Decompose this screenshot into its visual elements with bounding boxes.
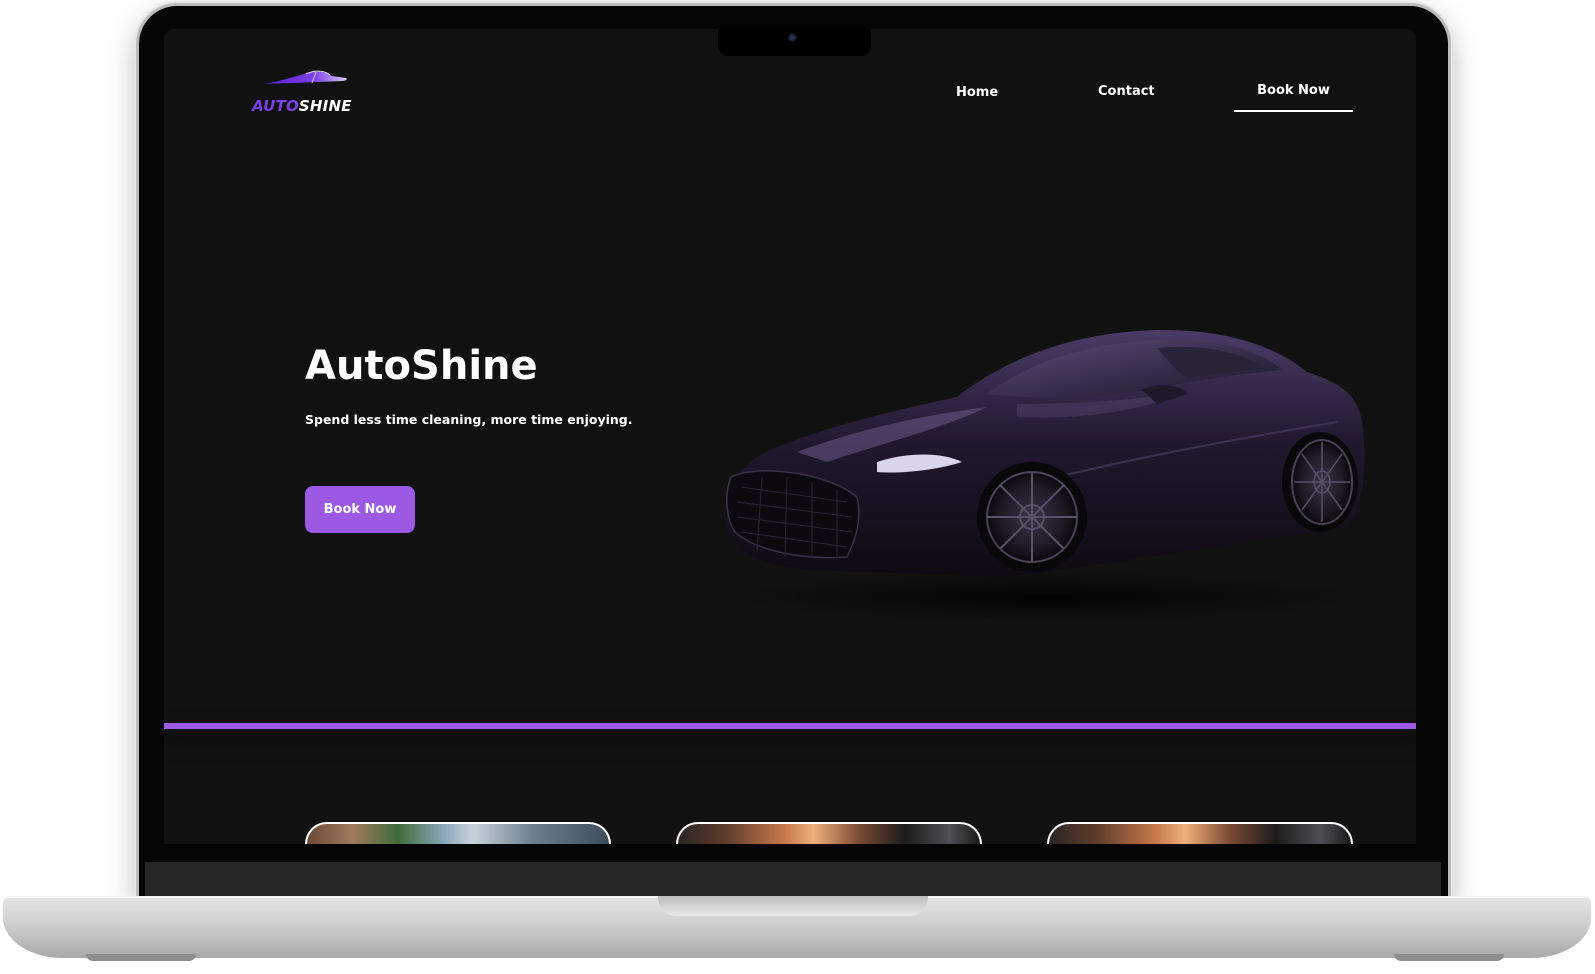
hero-subtitle: Spend less time cleaning, more time enjo… [305, 412, 633, 427]
main-nav: Home Contact Book Now [164, 81, 1416, 121]
nav-book-now-link[interactable]: Book Now [1234, 81, 1353, 112]
website-screen: AUTOSHINE Home Contact Book Now AutoShin… [164, 29, 1416, 844]
laptop-opening-notch [658, 896, 928, 916]
nav-contact-link[interactable]: Contact [1098, 84, 1155, 99]
service-card-wash[interactable] [305, 822, 611, 844]
service-card-detail[interactable] [1047, 822, 1353, 844]
sports-car-image [726, 329, 1365, 622]
hero-title: AutoShine [305, 343, 538, 389]
laptop-foot-left [86, 954, 196, 961]
camera-icon [788, 33, 797, 42]
section-divider [164, 723, 1416, 729]
hero-book-now-button[interactable]: Book Now [305, 486, 415, 533]
nav-home-link[interactable]: Home [956, 85, 998, 100]
laptop-bezel [145, 862, 1441, 896]
screen-notch [718, 29, 871, 56]
service-card-interior[interactable] [676, 822, 982, 844]
laptop-foot-right [1394, 954, 1504, 961]
